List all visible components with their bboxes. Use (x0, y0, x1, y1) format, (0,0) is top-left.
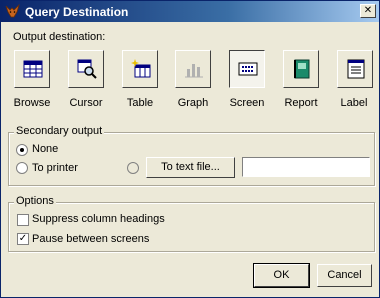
table-button[interactable] (122, 50, 158, 88)
text-file-path-field[interactable] (242, 157, 370, 177)
title-bar: Query Destination ✕ (1, 1, 379, 22)
label-label: Label (340, 97, 368, 109)
window-title: Query Destination (25, 5, 129, 19)
screen-label: Screen (229, 97, 265, 109)
report-book-icon (294, 59, 310, 79)
options-legend: Options (14, 195, 56, 207)
suppress-column-headings-checkbox[interactable] (17, 214, 29, 226)
report-button[interactable] (283, 50, 319, 88)
suppress-column-headings-label: Suppress column headings (32, 213, 165, 225)
graph-button[interactable] (175, 50, 211, 88)
close-button[interactable]: ✕ (360, 4, 376, 18)
textfile-radio[interactable] (127, 162, 139, 174)
graph-label: Graph (177, 97, 209, 109)
secondary-output-legend: Secondary output (14, 125, 105, 137)
query-destination-dialog: Query Destination ✕ Output destination: … (0, 0, 380, 298)
cancel-button[interactable]: Cancel (317, 264, 372, 287)
cursor-magnifier-icon (77, 59, 97, 79)
label-list-icon (347, 59, 365, 79)
pause-between-screens-checkbox[interactable]: ✓ (17, 233, 29, 245)
printer-radio-label: To printer (32, 162, 78, 174)
table-sparkle-icon (131, 59, 151, 78)
fox-app-icon (5, 4, 20, 18)
label-button[interactable] (337, 50, 373, 88)
cursor-button[interactable] (68, 50, 104, 88)
browse-grid-icon (23, 60, 43, 78)
ok-button[interactable]: OK (253, 263, 310, 288)
printer-radio[interactable] (16, 162, 28, 174)
pause-between-screens-label: Pause between screens (32, 233, 150, 245)
output-destination-label: Output destination: (13, 31, 106, 43)
cursor-label: Cursor (69, 97, 103, 109)
browse-label: Browse (13, 97, 51, 109)
none-radio[interactable] (16, 144, 28, 156)
checkmark-icon: ✓ (18, 233, 28, 244)
report-label: Report (284, 97, 318, 109)
screen-button[interactable] (229, 50, 265, 88)
browse-button[interactable] (14, 50, 50, 88)
close-icon: ✕ (363, 5, 373, 16)
none-radio-label: None (32, 143, 59, 155)
screen-text-icon (238, 62, 258, 76)
table-label: Table (126, 97, 154, 109)
graph-bars-icon (185, 64, 203, 78)
to-text-file-button[interactable]: To text file... (146, 157, 235, 178)
